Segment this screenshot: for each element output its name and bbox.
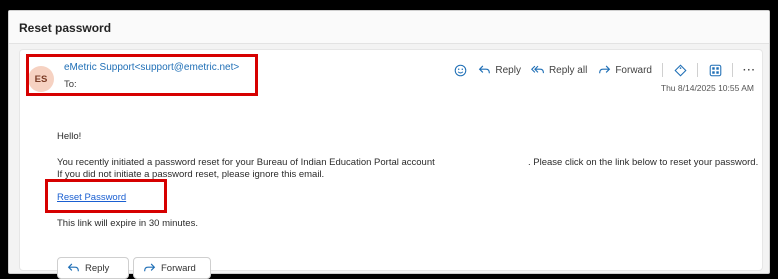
reply-button[interactable]: Reply [477,63,521,77]
forward-label: Forward [615,64,652,76]
expiry-notice: This link will expire in 30 minutes. [57,218,198,229]
subject-bar: Reset password [9,11,769,44]
apps-grid-icon[interactable] [708,63,722,77]
highlight-box-link [45,179,167,213]
footer-reply-label: Reply [85,262,110,274]
body-line-1-continued: . Please click on the link below to rese… [528,157,759,168]
highlight-box-sender [26,54,258,96]
tag-icon[interactable] [673,63,687,77]
toolbar-divider [697,63,698,77]
body-line-1: You recently initiated a password reset … [57,157,435,168]
received-date: Thu 8/14/2025 10:55 AM [660,83,754,93]
toolbar-divider [662,63,663,77]
reply-all-icon [530,63,545,77]
reply-icon [477,63,491,77]
footer-reply-button[interactable]: Reply [57,257,129,279]
message-card: ES eMetric Support<support@emetric.net> … [19,49,763,279]
reply-all-label: Reply all [548,64,588,76]
toolbar-divider [732,63,733,77]
footer-forward-button[interactable]: Forward [133,257,211,279]
forward-button[interactable]: Forward [597,63,652,77]
reply-label: Reply [495,64,521,76]
reply-all-button[interactable]: Reply all [530,63,588,77]
forward-icon [142,261,156,275]
footer-forward-label: Forward [161,262,196,274]
email-subject: Reset password [19,21,112,35]
forward-icon [597,63,611,77]
more-options-button[interactable]: ··· [743,65,756,76]
email-reading-pane: Reset password ES eMetric Support<suppor… [8,10,770,279]
emoji-icon[interactable] [453,63,467,77]
message-actions: Reply Reply all Forward ··· [453,61,756,79]
reply-icon [66,261,80,275]
greeting: Hello! [57,131,82,142]
